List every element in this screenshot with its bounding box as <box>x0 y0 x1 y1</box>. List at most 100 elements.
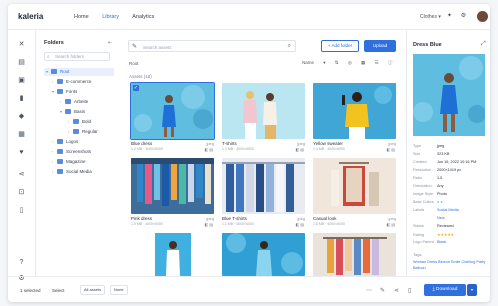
filter-icon[interactable]: ◎ <box>348 60 352 65</box>
asset-thumbnail[interactable] <box>222 83 305 139</box>
folder-item-arbeite[interactable]: › Arbeite <box>60 98 88 106</box>
close-icon[interactable]: ✕ <box>17 40 26 49</box>
detail-row[interactable]: Logo Parent Black <box>413 240 446 244</box>
folder-item-e-commerce[interactable]: › E-commerce <box>52 78 92 86</box>
asset-thumbnail[interactable] <box>313 158 396 214</box>
top-bar: kaleria Home Library Analytics Clothes ▾… <box>8 4 490 30</box>
asset-card[interactable]: Pink dress jpeg 1.5 MB · 4000×6000 ◧▤ <box>131 158 214 231</box>
library-icon[interactable]: ▤ <box>17 58 26 67</box>
detail-row: Base Colors ● ● <box>413 200 443 204</box>
folder-item-root[interactable]: ▾ Root <box>44 68 114 76</box>
heart-icon[interactable]: ♥ <box>17 148 26 157</box>
collapse-panel-icon[interactable]: ⇤ <box>108 40 112 46</box>
logo: kaleria <box>18 12 44 21</box>
user-avatar[interactable] <box>477 11 488 22</box>
nav-analytics[interactable]: Analytics <box>132 14 154 20</box>
detail-row[interactable]: Labels Social Media <box>413 208 459 212</box>
pin-icon[interactable]: ✎ <box>132 43 137 50</box>
tags-list[interactable]: Woman Dress Blueon Smile Clothing Party … <box>413 259 487 271</box>
check-icon[interactable]: ✓ <box>133 85 139 91</box>
icon-rail: ✕ ▤ ▣ ▮ ◆ ▦ ♥ ⋖ ⊡ ▯ ? ⚙ <box>8 30 36 282</box>
workspace-selector[interactable]: Clothes ▾ <box>420 14 441 20</box>
share-icon[interactable]: ⋖ <box>17 170 26 179</box>
asset-action-icons[interactable]: ◧▤ <box>204 222 214 227</box>
download-button[interactable]: ⤓ Download <box>424 284 466 296</box>
upload-button[interactable]: Upload <box>364 40 396 52</box>
nav-home[interactable]: Home <box>74 14 89 20</box>
detail-row[interactable]: Rating ★★★★★ <box>413 232 454 237</box>
folder-item-screenshots[interactable]: › Screenshots <box>52 148 91 156</box>
search-icon[interactable]: ⌕ <box>288 43 291 50</box>
sort-order-icon[interactable]: ⇅ <box>335 60 339 65</box>
folder-item-bold[interactable]: › Bold <box>68 118 91 126</box>
asset-action-icons[interactable]: ◧▤ <box>204 147 214 152</box>
tag-icon[interactable]: ◆ <box>17 112 26 121</box>
asset-card[interactable]: T-shirts jpeg 1.3 MB · 4000×6000 ◧▤ <box>222 83 305 156</box>
detail-row: Size 323 KB <box>413 152 450 156</box>
asset-action-icons[interactable]: ◧▤ <box>386 222 396 227</box>
info-icon[interactable]: ⓘ <box>388 60 393 65</box>
trash-icon[interactable]: ▯ <box>408 287 411 294</box>
select-none-button[interactable]: None <box>110 285 128 295</box>
asset-thumbnail[interactable] <box>222 233 305 276</box>
tags-label: Tags <box>413 252 422 257</box>
share-icon[interactable]: ⋖ <box>394 287 399 294</box>
select-label: Select <box>52 288 65 293</box>
folder-item-fonts[interactable]: ▾ Fonts <box>52 88 77 96</box>
folder-icon <box>73 119 79 124</box>
detail-row[interactable]: Status Reviewed <box>413 224 454 228</box>
nav-library[interactable]: Library <box>102 14 119 20</box>
folder-item-magazine[interactable]: › Magazine <box>52 158 86 166</box>
asset-thumbnail[interactable] <box>131 158 214 214</box>
download-options-button[interactable]: ▾ <box>467 284 477 296</box>
asset-action-icons[interactable]: ◧▤ <box>386 147 396 152</box>
asset-action-icons[interactable]: ◧▤ <box>295 147 305 152</box>
asset-action-icons[interactable]: ◧▤ <box>295 222 305 227</box>
folder-icon <box>65 109 71 114</box>
detail-row[interactable]: New <box>413 216 445 220</box>
gear-icon[interactable]: ⚙ <box>460 13 467 20</box>
folder-item-social-media[interactable]: › Social Media <box>52 168 92 176</box>
add-folder-button[interactable]: + Add folder <box>321 40 359 52</box>
folder-icon <box>57 159 63 164</box>
collection-icon[interactable]: ▦ <box>17 130 26 139</box>
edit-icon[interactable]: ✎ <box>380 287 385 294</box>
sort-select[interactable]: Name ▾ <box>302 60 326 65</box>
more-icon[interactable]: ⋯ <box>366 287 372 294</box>
asset-thumbnail[interactable] <box>131 233 214 276</box>
select-all-button[interactable]: All assets <box>80 285 106 295</box>
asset-search-input[interactable]: ✎ Search assets ⌕ <box>128 40 296 52</box>
app-window: kaleria Home Library Analytics Clothes ▾… <box>8 4 490 302</box>
asset-thumbnail[interactable] <box>313 233 396 276</box>
image-icon[interactable]: ▣ <box>17 76 26 85</box>
expand-icon[interactable]: ⤢ <box>481 41 486 48</box>
asset-card[interactable]: Blue T-shirts jpeg 1.1 MB · 4000×6000 ◧▤ <box>222 158 305 231</box>
detail-row: Created Jun 16, 2022 10:16 PM <box>413 160 477 164</box>
bookmark-icon[interactable]: ▮ <box>17 94 26 103</box>
folder-item-basis[interactable]: ▾ Basis <box>60 108 85 116</box>
folder-icon <box>51 69 57 74</box>
asset-card[interactable]: ✓ Blue dress jpeg 1.2 MB · 4000×6000 ◧▤ <box>130 82 215 156</box>
asset-card[interactable]: Casual look jpeg 1.6 MB · 4000×6000 ◧▤ <box>313 158 396 231</box>
details-preview-image[interactable] <box>413 54 485 136</box>
folder-icon <box>65 99 71 104</box>
import-icon[interactable]: ⊡ <box>17 188 26 197</box>
details-title: Dress Blue <box>413 42 442 48</box>
folder-item-regular[interactable]: › Regular <box>68 128 98 136</box>
asset-thumbnail[interactable] <box>313 83 396 139</box>
list-view-icon[interactable]: ☰ <box>375 60 379 65</box>
folder-item-logos[interactable]: › Logos <box>52 138 78 146</box>
folder-search-input[interactable]: ⌕ Search folders <box>44 52 110 61</box>
help-icon[interactable]: ? <box>17 258 26 267</box>
folder-icon <box>57 169 63 174</box>
folders-title: Folders <box>44 40 64 46</box>
grid-view-icon[interactable]: ▦ <box>361 60 365 65</box>
breadcrumb[interactable]: Root <box>129 61 139 66</box>
asset-thumbnail[interactable] <box>222 158 305 214</box>
trash-icon[interactable]: ▯ <box>17 206 26 215</box>
asset-card[interactable]: Yellow sweater jpeg 1.4 MB · 4000×6000 ◧… <box>313 83 396 156</box>
folders-panel: Folders ⇤ ⌕ Search folders ▾ Root › E-comm… <box>38 34 118 274</box>
asset-thumbnail[interactable] <box>130 82 215 140</box>
rocket-icon[interactable]: ✦ <box>446 13 453 20</box>
folder-icon <box>57 89 63 94</box>
